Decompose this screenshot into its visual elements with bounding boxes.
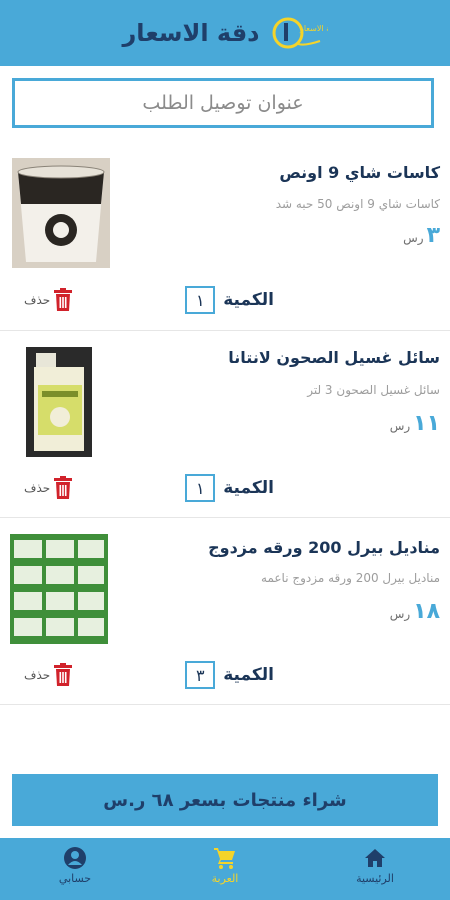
product-price: ١٨ رس bbox=[390, 599, 440, 624]
cart-icon bbox=[214, 848, 235, 869]
app-logo: دقة الاسعار bbox=[270, 13, 338, 53]
nav-cart-tab[interactable]: العربة bbox=[180, 846, 270, 885]
price-value: ١١ bbox=[413, 411, 440, 436]
price-currency: رس bbox=[403, 231, 424, 245]
cart-item: كاسات شاي 9 اونص كاسات شاي 9 اونص 50 حبه… bbox=[0, 148, 450, 331]
product-description: كاسات شاي 9 اونص 50 حبه شد bbox=[275, 197, 440, 211]
delete-label: حذف bbox=[24, 668, 51, 682]
quantity-field[interactable]: ١ bbox=[185, 286, 216, 314]
product-image-tissues bbox=[10, 534, 108, 644]
delete-label: حذف bbox=[24, 293, 51, 307]
nav-account-label: حسابي bbox=[58, 872, 92, 885]
delivery-address-field[interactable]: عنوان توصيل الطلب bbox=[12, 78, 434, 128]
trash-icon bbox=[54, 663, 73, 686]
quantity-field[interactable]: ١ bbox=[185, 474, 216, 502]
product-description: مناديل بيرل 200 ورقه مزدوج ناعمه bbox=[261, 571, 440, 585]
price-currency: رس bbox=[389, 607, 411, 621]
price-value: ٣ bbox=[426, 223, 440, 248]
delete-button[interactable]: حذف bbox=[24, 663, 73, 687]
price-currency: رس bbox=[389, 419, 411, 433]
quantity-label: الكمية bbox=[223, 478, 274, 498]
app-title: دقة الاسعار bbox=[122, 19, 260, 47]
product-name: مناديل بيرل 200 ورقه مزدوج bbox=[208, 538, 440, 557]
product-description: سائل غسيل الصحون 3 لتر bbox=[307, 383, 440, 397]
cart-item: مناديل بيرل 200 ورقه مزدوج مناديل بيرل 2… bbox=[0, 518, 450, 705]
home-icon bbox=[365, 849, 385, 867]
trash-icon bbox=[54, 476, 73, 499]
product-image-cups bbox=[12, 158, 110, 268]
quantity-label: الكمية bbox=[223, 665, 274, 685]
quantity-label: الكمية bbox=[223, 290, 274, 310]
trash-icon bbox=[54, 288, 73, 311]
quantity-control: الكمية ١ bbox=[185, 286, 274, 314]
delete-button[interactable]: حذف bbox=[24, 476, 73, 500]
app-header: دقة الاسعار دقة الاسعار bbox=[0, 0, 450, 66]
delete-button[interactable]: حذف bbox=[24, 288, 73, 312]
quantity-control: الكمية ١ bbox=[185, 474, 274, 502]
nav-cart-label: العربة bbox=[211, 872, 239, 885]
nav-home-tab[interactable]: الرئيسية bbox=[330, 846, 420, 885]
nav-home-label: الرئيسية bbox=[356, 872, 394, 885]
checkout-button[interactable]: شراء منتجات بسعر ٦٨ ر.س bbox=[12, 774, 438, 826]
product-price: ١١ رس bbox=[390, 411, 440, 436]
price-value: ١٨ bbox=[413, 599, 440, 624]
account-icon bbox=[64, 847, 86, 869]
product-image-detergent bbox=[26, 347, 92, 457]
bottom-navigation: الرئيسية العربة حسابي bbox=[0, 838, 450, 900]
quantity-control: الكمية ٣ bbox=[185, 661, 274, 689]
nav-account-tab[interactable]: حسابي bbox=[30, 846, 120, 885]
product-name: سائل غسيل الصحون لانتانا bbox=[228, 348, 440, 367]
quantity-field[interactable]: ٣ bbox=[185, 661, 216, 689]
cart-item: سائل غسيل الصحون لانتانا سائل غسيل الصحو… bbox=[0, 331, 450, 518]
product-name: كاسات شاي 9 اونص bbox=[279, 163, 440, 182]
product-price: ٣ رس bbox=[403, 223, 440, 248]
svg-text:دقة الاسعار: دقة الاسعار bbox=[299, 24, 328, 33]
delete-label: حذف bbox=[24, 481, 51, 495]
